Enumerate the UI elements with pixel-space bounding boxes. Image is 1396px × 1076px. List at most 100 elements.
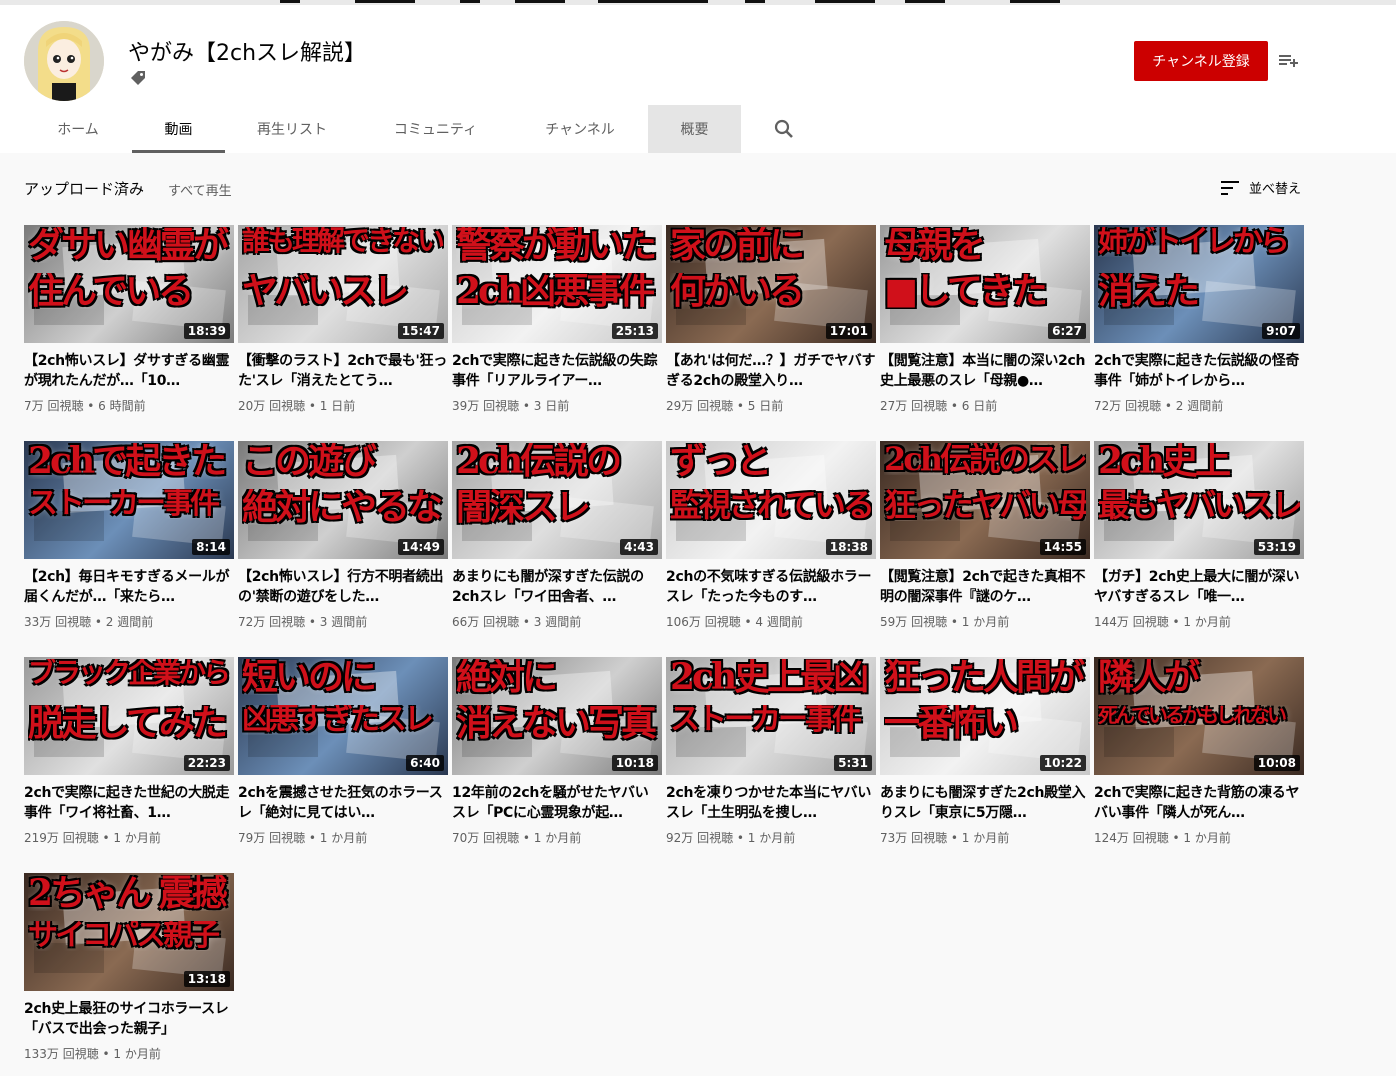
thumbnail-caption-top: 2ch史上 [1098,443,1232,479]
video-title[interactable]: 2chを凍りつかせた本当にヤバいスレ「土生明弘を捜し… [666,783,876,823]
video-thumbnail[interactable]: 母親を ■してきた 6:27 [880,225,1090,343]
video-duration: 53:19 [1253,539,1300,555]
thumbnail-caption-bottom: 闇深スレ [456,489,592,525]
channel-avatar[interactable] [24,21,104,101]
video-card[interactable]: 2chで起きた ストーカー事件 8:14 【2ch】毎日キモすぎるメールが届くんだが…… [24,441,234,630]
subscribe-button[interactable]: チャンネル登録 [1134,41,1268,81]
video-thumbnail[interactable]: ダサい幽霊が 住んでいる 18:39 [24,225,234,343]
video-card[interactable]: この遊び 絶対にやるな 14:49 【2ch怖いスレ】行方不明者続出の'禁断の遊びをし… [238,441,448,630]
tab-channels[interactable]: チャンネル [512,105,648,153]
video-title[interactable]: あまりにも闇が深すぎた伝説の2chスレ「ワイ田舎者、… [452,567,662,607]
search-icon[interactable] [772,117,796,141]
video-card[interactable]: 誰も理解できない ヤバいスレ 15:47 【衝撃のラスト】2chで最も'狂った'スレ「… [238,225,448,414]
video-card[interactable]: 2ch史上最凶 ストーカー事件 5:31 2chを凍りつかせた本当にヤバいスレ「土生明… [666,657,876,846]
tab-about[interactable]: 概要 [648,105,741,153]
video-title[interactable]: あまりにも闇深すぎた2ch殿堂入りスレ「東京に5万隠… [880,783,1090,823]
playlist-add-icon[interactable] [1276,49,1300,73]
thumbnail-caption-top: 絶対に [456,659,559,695]
video-title[interactable]: 2chを震撼させた狂気のホラースレ「絶対に見てはい… [238,783,448,823]
video-meta: 70万 回視聴 • 1 か月前 [452,831,582,845]
video-thumbnail[interactable]: ブラック企業から 脱走してみた 22:23 [24,657,234,775]
video-meta: 29万 回視聴 • 5 日前 [666,399,784,413]
video-title[interactable]: 【閲覧注意】本当に闇の深い2ch史上最悪のスレ「母親●… [880,351,1090,391]
play-all-link[interactable]: すべて再生 [168,180,232,199]
video-card[interactable]: 姉がトイレから 消えた 9:07 2chで実際に起きた伝説級の怪奇事件「姉がトイレから… [1094,225,1304,414]
video-thumbnail[interactable]: 2ch伝説のスレ 狂ったヤバい母 14:55 [880,441,1090,559]
video-title[interactable]: 【2ch怖いスレ】行方不明者続出の'禁断の遊びをした… [238,567,448,607]
video-thumbnail[interactable]: 隣人が 死んでいるかもしれない 10:08 [1094,657,1304,775]
thumbnail-caption-bottom: 消えない写真 [456,705,658,741]
tab-playlists[interactable]: 再生リスト [225,105,359,153]
tag-icon [131,71,145,85]
video-title[interactable]: 12年前の2chを騒がせたヤバいスレ「PCに心霊現象が起… [452,783,662,823]
video-card[interactable]: 2ch史上 最もヤバいスレ 53:19 【ガチ】2ch史上最大に闇が深いヤバすぎるスレ… [1094,441,1304,630]
video-card[interactable]: 2ch伝説の 闇深スレ 4:43 あまりにも闇が深すぎた伝説の2chスレ「ワイ田舎者、… [452,441,662,630]
video-duration: 22:23 [183,755,230,771]
video-thumbnail[interactable]: 2ch史上 最もヤバいスレ 53:19 [1094,441,1304,559]
video-title[interactable]: 【閲覧注意】2chで起きた真相不明の闇深事件『謎のケ… [880,567,1090,607]
video-card[interactable]: 母親を ■してきた 6:27 【閲覧注意】本当に闇の深い2ch史上最悪のスレ「母親●…… [880,225,1090,414]
video-title[interactable]: 【2ch】毎日キモすぎるメールが届くんだが…「来たら… [24,567,234,607]
video-meta: 72万 回視聴 • 2 週間前 [1094,399,1224,413]
video-title[interactable]: 【あれ'は何だ…？】ガチでヤバすぎる2chの殿堂入り… [666,351,876,391]
video-thumbnail[interactable]: 2chで起きた ストーカー事件 8:14 [24,441,234,559]
video-card[interactable]: 家の前に 何かいる 17:01 【あれ'は何だ…？】ガチでヤバすぎる2chの殿堂入り…… [666,225,876,414]
video-duration: 8:14 [192,539,230,555]
sort-button[interactable]: 並べ替え [1249,178,1301,197]
thumbnail-caption-top: 2ch伝説のスレ [884,443,1086,475]
thumbnail-caption-top: ブラック企業から [28,659,230,687]
sort-icon[interactable] [1220,179,1240,197]
video-card[interactable]: 短いのに 凶悪すぎたスレ 6:40 2chを震撼させた狂気のホラースレ「絶対に見てはい… [238,657,448,846]
video-title[interactable]: 2chで実際に起きた世紀の大脱走事件「ワイ将社畜、1… [24,783,234,823]
video-meta: 20万 回視聴 • 1 日前 [238,399,356,413]
video-title[interactable]: 【衝撃のラスト】2chで最も'狂った'スレ「消えたとてう… [238,351,448,391]
video-card[interactable]: 2ちゃん 震撼 サイコパス親子 13:18 2ch史上最狂のサイコホラースレ「バスで出… [24,873,234,1062]
video-title[interactable]: 2ch史上最狂のサイコホラースレ「バスで出会った親子」 [24,999,234,1039]
video-thumbnail[interactable]: 狂った人間が 一番怖い 10:22 [880,657,1090,775]
thumbnail-caption-top: 家の前に [670,227,806,263]
video-duration: 4:43 [620,539,658,555]
thumbnail-caption-bottom: ■してきた [884,273,1048,309]
tab-videos[interactable]: 動画 [132,105,225,153]
video-thumbnail[interactable]: 2ch伝説の 闇深スレ 4:43 [452,441,662,559]
video-duration: 25:13 [611,323,658,339]
video-thumbnail[interactable]: 2ch史上最凶 ストーカー事件 5:31 [666,657,876,775]
video-thumbnail[interactable]: 警察が動いた 2ch凶悪事件 25:13 [452,225,662,343]
video-meta: 7万 回視聴 • 6 時間前 [24,399,146,413]
video-card[interactable]: 警察が動いた 2ch凶悪事件 25:13 2chで実際に起きた伝説級の失踪事件「リアル… [452,225,662,414]
video-card[interactable]: ダサい幽霊が 住んでいる 18:39 【2ch怖いスレ】ダサすぎる幽霊が現れたんだが…… [24,225,234,414]
video-meta: 133万 回視聴 • 1 か月前 [24,1047,161,1061]
video-title[interactable]: 2chで実際に起きた背筋の凍るヤバい事件「隣人が死ん… [1094,783,1304,823]
video-title[interactable]: 2chで実際に起きた伝説級の怪奇事件「姉がトイレから… [1094,351,1304,391]
video-thumbnail[interactable]: 2ちゃん 震撼 サイコパス親子 13:18 [24,873,234,991]
video-thumbnail[interactable]: ずっと 監視されている 18:38 [666,441,876,559]
video-card[interactable]: 隣人が 死んでいるかもしれない 10:08 2chで実際に起きた背筋の凍るヤバい事件「… [1094,657,1304,846]
video-card[interactable]: ずっと 監視されている 18:38 2chの不気味すぎる伝説級ホラースレ「たった今もの… [666,441,876,630]
tab-community[interactable]: コミュニティ [359,105,512,153]
video-card[interactable]: 2ch伝説のスレ 狂ったヤバい母 14:55 【閲覧注意】2chで起きた真相不明の闇深… [880,441,1090,630]
video-duration: 6:40 [406,755,444,771]
video-duration: 9:07 [1262,323,1300,339]
thumbnail-caption-top: ずっと [670,443,773,479]
video-card[interactable]: 狂った人間が 一番怖い 10:22 あまりにも闇深すぎた2ch殿堂入りスレ「東京に5万… [880,657,1090,846]
video-thumbnail[interactable]: 姉がトイレから 消えた 9:07 [1094,225,1304,343]
video-title[interactable]: 【ガチ】2ch史上最大に闇が深いヤバすぎるスレ「唯一… [1094,567,1304,607]
video-thumbnail[interactable]: 誰も理解できない ヤバいスレ 15:47 [238,225,448,343]
thumbnail-caption-bottom: 監視されている [670,489,872,521]
tab-home[interactable]: ホーム [24,105,132,153]
video-title[interactable]: 【2ch怖いスレ】ダサすぎる幽霊が現れたんだが…「10… [24,351,234,391]
video-meta: 59万 回視聴 • 1 か月前 [880,615,1010,629]
video-title[interactable]: 2chで実際に起きた伝説級の失踪事件「リアルライアー… [452,351,662,391]
video-card[interactable]: 絶対に消えない写真 10:18 12年前の2chを騒がせたヤバいスレ「PCに心霊現象… [452,657,662,846]
video-thumbnail[interactable]: 絶対に消えない写真 10:18 [452,657,662,775]
video-duration: 10:08 [1253,755,1300,771]
thumbnail-caption-bottom: ストーカー事件 [28,489,221,519]
video-thumbnail[interactable]: 家の前に 何かいる 17:01 [666,225,876,343]
video-meta: 72万 回視聴 • 3 週間前 [238,615,368,629]
video-title[interactable]: 2chの不気味すぎる伝説級ホラースレ「たった今ものす… [666,567,876,607]
video-thumbnail[interactable]: 短いのに 凶悪すぎたスレ 6:40 [238,657,448,775]
video-meta: 92万 回視聴 • 1 か月前 [666,831,796,845]
video-thumbnail[interactable]: この遊び 絶対にやるな 14:49 [238,441,448,559]
video-duration: 10:18 [611,755,658,771]
video-card[interactable]: ブラック企業から 脱走してみた 22:23 2chで実際に起きた世紀の大脱走事件「ワイ… [24,657,234,846]
